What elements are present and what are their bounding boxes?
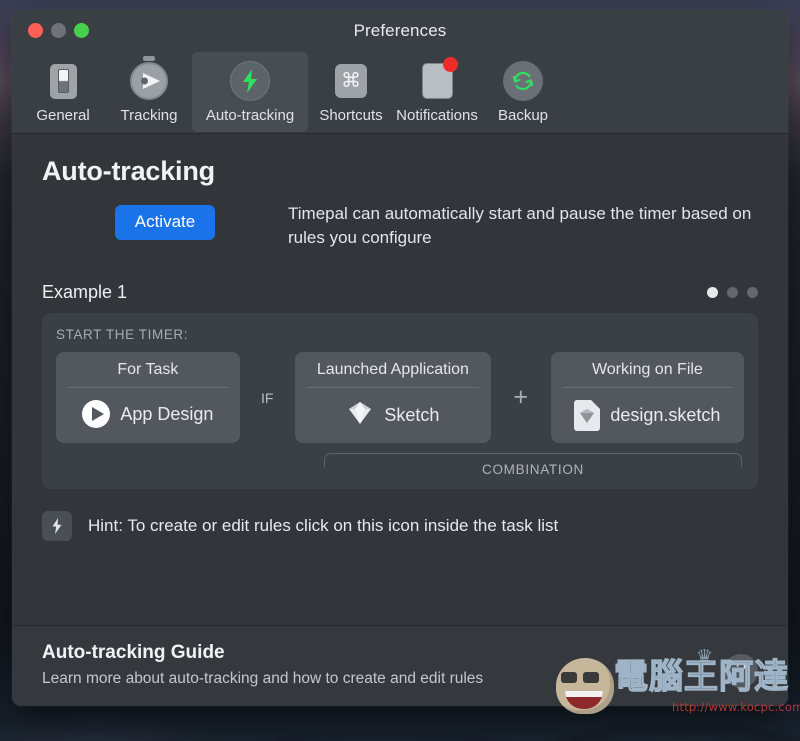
activate-button[interactable]: Activate xyxy=(114,205,216,240)
toolbar-tab-list: General Tracking Auto-tracking ⌘ Shortcu… xyxy=(12,52,788,134)
rule-card-body: Sketch xyxy=(346,388,439,431)
activate-button-wrapper: Activate xyxy=(42,199,288,240)
minimize-button[interactable] xyxy=(51,23,66,38)
guide-footer: Auto-tracking Guide Learn more about aut… xyxy=(12,625,788,706)
pager-dot-2[interactable] xyxy=(727,287,738,299)
rule-card-working-on-file[interactable]: Working on File design.sketch xyxy=(550,352,744,444)
sketch-file-icon xyxy=(574,400,601,432)
window-title: Preferences xyxy=(353,21,447,40)
auto-tracking-panel: Auto-tracking Activate Timepal can autom… xyxy=(12,134,788,625)
traffic-light-buttons xyxy=(28,23,89,38)
lightning-bolt-icon xyxy=(227,58,273,104)
rule-card-body: App Design xyxy=(82,388,214,429)
refresh-cycle-icon xyxy=(500,58,546,104)
close-button[interactable] xyxy=(28,23,43,38)
guide-subtitle: Learn more about auto-tracking and how t… xyxy=(42,670,484,687)
guide-title: Auto-tracking Guide xyxy=(42,642,225,663)
example-label: Example 1 xyxy=(42,282,128,303)
intro-description: Timepal can automatically start and paus… xyxy=(288,204,752,248)
tab-notifications[interactable]: Notifications xyxy=(394,52,480,132)
play-circle-icon xyxy=(82,400,111,429)
tab-backup-label: Backup xyxy=(497,107,549,124)
command-key-icon: ⌘ xyxy=(328,58,374,104)
preferences-window: Preferences General Tracking Auto-tracki… xyxy=(12,10,788,706)
tab-shortcuts-label: Shortcuts xyxy=(319,107,383,124)
example-pager-dots[interactable] xyxy=(707,287,758,299)
rule-card-body: design.sketch xyxy=(574,388,721,432)
lightning-bolt-icon xyxy=(42,511,72,542)
rule-card-value: App Design xyxy=(120,403,214,424)
tab-general[interactable]: General xyxy=(20,52,106,132)
preferences-toolbar: Preferences General Tracking Auto-tracki… xyxy=(12,10,788,134)
tab-general-label: General xyxy=(36,107,90,124)
separator-if: IF xyxy=(261,389,274,406)
rule-card-for-task[interactable]: For Task App Design xyxy=(56,352,240,444)
header-row: Activate Timepal can automatically start… xyxy=(42,199,758,250)
tab-tracking-label: Tracking xyxy=(120,107,178,124)
rule-panel-section-title: START THE TIMER: xyxy=(56,327,189,343)
tab-shortcuts[interactable]: ⌘ Shortcuts xyxy=(308,52,394,132)
tab-backup[interactable]: Backup xyxy=(480,52,566,132)
tab-auto-tracking[interactable]: Auto-tracking xyxy=(192,52,308,132)
tab-notifications-label: Notifications xyxy=(396,107,478,124)
pager-dot-1[interactable] xyxy=(707,287,718,299)
rule-card-value: Sketch xyxy=(384,405,440,426)
separator-plus: + xyxy=(513,383,529,412)
combination-bracket: COMBINATION xyxy=(324,451,742,477)
help-button[interactable]: ? xyxy=(724,654,758,688)
sketch-diamond-icon xyxy=(346,400,374,431)
rule-card-row: For Task App Design IF Launched Applicat… xyxy=(56,352,744,444)
zoom-button[interactable] xyxy=(74,23,89,38)
notification-badge-dot xyxy=(442,57,458,72)
stopwatch-icon xyxy=(126,58,172,104)
combination-label: COMBINATION xyxy=(470,461,596,477)
tab-tracking[interactable]: Tracking xyxy=(106,52,192,132)
rule-card-header: For Task xyxy=(68,361,228,389)
hint-text: Hint: To create or edit rules click on t… xyxy=(88,516,559,536)
example-header-row: Example 1 xyxy=(42,282,758,303)
rule-card-launched-application[interactable]: Launched Application Sketch xyxy=(294,352,491,444)
tab-auto-tracking-label: Auto-tracking xyxy=(205,107,295,124)
notification-card-icon xyxy=(414,57,460,104)
rule-card-header: Launched Application xyxy=(306,361,479,389)
hint-row: Hint: To create or edit rules click on t… xyxy=(42,511,758,542)
rule-card-value: design.sketch xyxy=(610,405,721,426)
pager-dot-3[interactable] xyxy=(747,287,758,299)
window-titlebar: Preferences xyxy=(12,10,788,52)
rule-example-panel: START THE TIMER: For Task App Design IF … xyxy=(42,313,758,490)
rule-card-header: Working on File xyxy=(562,361,732,389)
switch-icon xyxy=(40,58,86,104)
page-title: Auto-tracking xyxy=(42,156,215,186)
